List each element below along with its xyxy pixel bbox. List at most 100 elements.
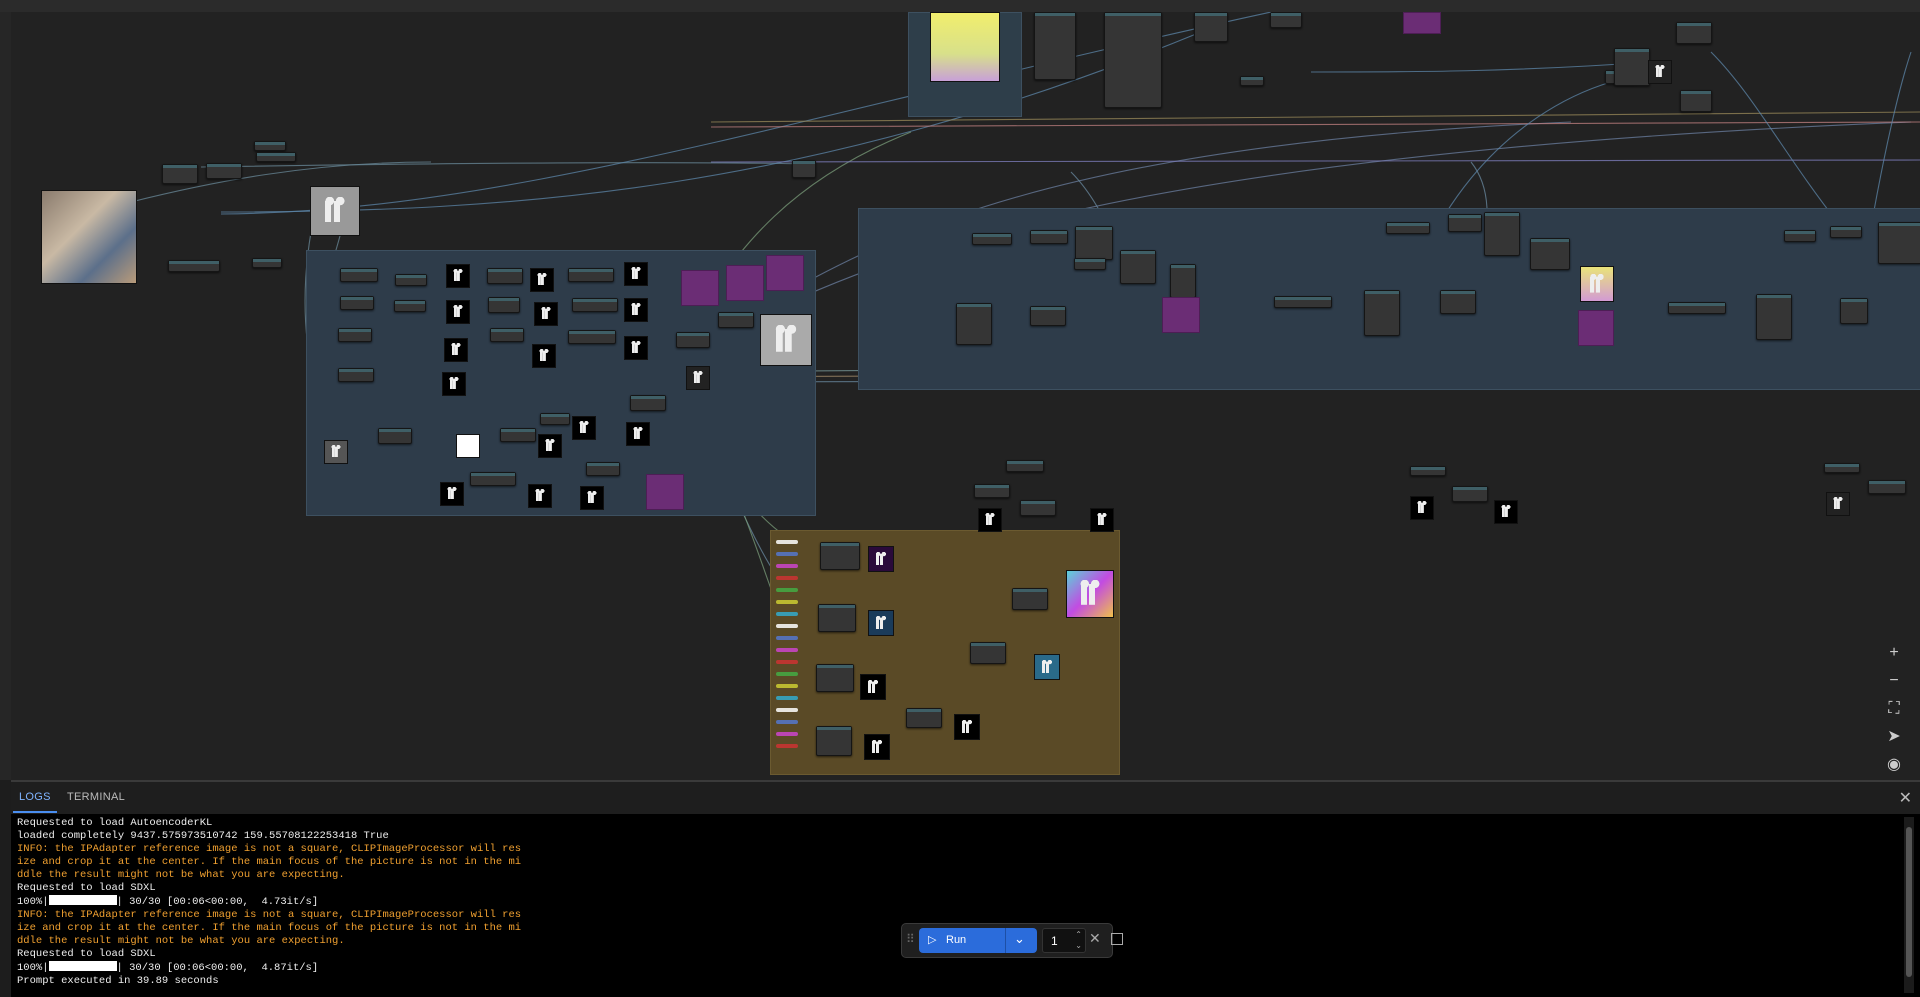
preview-node[interactable] [1162,297,1200,333]
graph-node[interactable] [395,274,427,286]
graph-node[interactable] [586,462,620,476]
batch-count-input[interactable]: 1 ⌃ ⌄ [1042,928,1086,953]
graph-node[interactable] [1784,230,1816,242]
graph-node[interactable] [1030,230,1068,244]
graph-node[interactable] [340,296,374,310]
close-panel-icon[interactable]: ✕ [1899,788,1912,808]
zoom-in-icon[interactable]: + [1880,642,1908,664]
graph-node[interactable] [1878,222,1920,264]
slot-indicator [776,564,798,568]
preview-node[interactable] [766,255,804,291]
graph-node[interactable] [1030,306,1066,326]
drag-handle-icon[interactable]: ⠿ [906,932,915,946]
graph-node[interactable] [1194,12,1228,42]
input-photo-thumbnail [41,190,137,284]
graph-node[interactable] [1006,460,1044,472]
tab-terminal[interactable]: TERMINAL [67,791,125,803]
preview-node[interactable] [726,265,764,301]
log-line: Requested to load SDXL [17,882,156,894]
run-button[interactable]: ▷ Run ⌄ [919,928,1037,953]
graph-node[interactable] [1386,222,1430,234]
graph-node[interactable] [488,297,520,313]
graph-node[interactable] [1868,480,1906,494]
graph-node[interactable] [470,472,516,486]
graph-node[interactable] [820,542,860,570]
graph-node[interactable] [1830,226,1862,238]
graph-node[interactable] [1270,12,1302,28]
graph-node[interactable] [254,141,286,151]
graph-node[interactable] [906,708,942,728]
slot-indicator [776,636,798,640]
graph-node[interactable] [1034,12,1076,80]
graph-node[interactable] [500,428,536,442]
graph-node[interactable] [338,328,372,342]
graph-node[interactable] [1240,76,1264,86]
graph-node[interactable] [1170,264,1196,298]
preview-node[interactable] [681,270,719,306]
graph-node[interactable] [1484,212,1520,256]
graph-node[interactable] [1614,48,1650,86]
graph-node[interactable] [1074,258,1106,270]
graph-node[interactable] [572,298,618,312]
stop-icon[interactable] [1111,933,1123,945]
log-scrollbar[interactable] [1904,817,1914,993]
graph-node[interactable] [1075,226,1113,260]
graph-node[interactable] [206,163,242,179]
graph-node[interactable] [1020,500,1056,516]
graph-node[interactable] [162,164,198,184]
graph-node[interactable] [487,268,523,284]
graph-node[interactable] [1530,238,1570,270]
graph-node[interactable] [956,303,992,345]
graph-node[interactable] [1012,588,1048,610]
graph-node[interactable] [1680,90,1712,112]
graph-node[interactable] [394,300,426,312]
graph-node[interactable] [1274,296,1332,308]
graph-node[interactable] [676,332,710,348]
graph-node[interactable] [1824,463,1860,473]
preview-node[interactable] [1403,12,1441,34]
graph-node[interactable] [340,268,378,282]
graph-node[interactable] [252,258,282,268]
cancel-icon[interactable]: ✕ [1089,930,1101,947]
toggle-links-icon[interactable]: ◉ [1880,754,1908,776]
graph-node[interactable] [816,664,854,692]
graph-node[interactable] [1668,302,1726,314]
graph-node[interactable] [568,330,616,344]
graph-node[interactable] [378,428,412,444]
graph-node[interactable] [970,642,1006,664]
zoom-out-icon[interactable]: − [1880,670,1908,692]
graph-node[interactable] [1120,250,1156,284]
graph-node[interactable] [256,152,296,162]
graph-node[interactable] [718,312,754,328]
chevron-down-icon[interactable]: ⌄ [1014,931,1025,947]
graph-node[interactable] [568,268,614,282]
graph-node[interactable] [818,604,856,632]
graph-node[interactable] [1756,294,1792,340]
fit-view-icon[interactable]: ⛶ [1880,698,1908,720]
graph-node[interactable] [1364,290,1400,336]
graph-node[interactable] [1448,214,1482,232]
graph-node[interactable] [974,484,1010,498]
tab-logs[interactable]: LOGS [13,791,57,813]
preview-node[interactable] [1578,310,1614,346]
scrollbar-thumb[interactable] [1906,827,1912,977]
graph-node[interactable] [1440,290,1476,314]
node-graph-canvas[interactable]: + − ⛶ ➤ ◉ [11,12,1920,780]
stepper-arrows-icon[interactable]: ⌃ ⌄ [1075,929,1082,951]
graph-node[interactable] [816,726,852,756]
graph-node[interactable] [540,413,570,425]
graph-node[interactable] [490,328,524,342]
locate-icon[interactable]: ➤ [1880,726,1908,748]
graph-node[interactable] [338,368,374,382]
graph-node[interactable] [1452,486,1488,502]
graph-node[interactable] [168,260,220,272]
graph-node[interactable] [1410,466,1446,476]
mask-thumbnail [1494,500,1518,524]
graph-node[interactable] [1840,298,1868,324]
graph-node[interactable] [1104,12,1162,108]
preview-node[interactable] [646,474,684,510]
graph-node[interactable] [1676,22,1712,44]
graph-node[interactable] [630,395,666,411]
graph-node[interactable] [972,233,1012,245]
graph-node[interactable] [792,160,816,178]
